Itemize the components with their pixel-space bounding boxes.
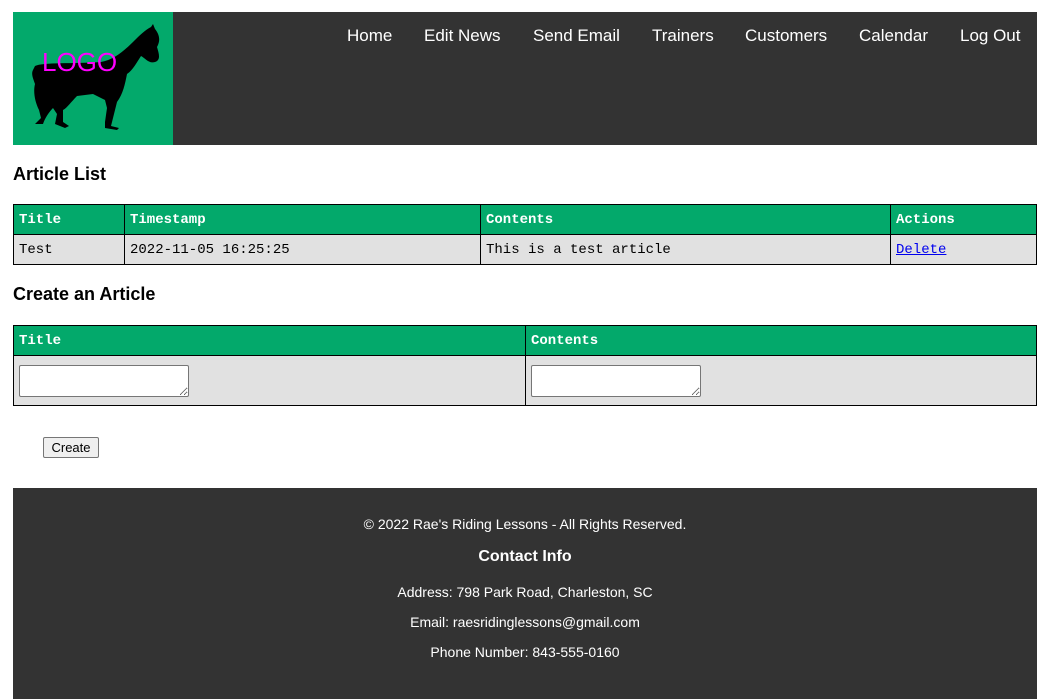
create-article-form: Title Contents bbox=[13, 325, 1037, 406]
address-text: Address: 798 Park Road, Charleston, SC bbox=[397, 584, 653, 600]
horse-icon bbox=[32, 24, 160, 130]
form-input-row bbox=[13, 355, 1037, 406]
nav-home[interactable]: Home bbox=[347, 26, 392, 46]
column-header-title: Title bbox=[13, 204, 125, 235]
cell-contents: This is a test article bbox=[480, 234, 891, 265]
logo-text: LOGO bbox=[42, 47, 118, 77]
table-row: Test 2022-11-05 16:25:25 This is a test … bbox=[13, 234, 1037, 265]
copyright-text: © 2022 Rae's Riding Lessons - All Rights… bbox=[363, 516, 687, 532]
nav-log-out[interactable]: Log Out bbox=[960, 26, 1021, 46]
nav-trainers[interactable]: Trainers bbox=[652, 26, 714, 46]
column-header-timestamp: Timestamp bbox=[124, 204, 481, 235]
nav-calendar[interactable]: Calendar bbox=[859, 26, 928, 46]
form-header-title: Title bbox=[13, 325, 526, 356]
article-table: Title Timestamp Contents Actions Test 20… bbox=[13, 204, 1037, 265]
create-article-heading: Create an Article bbox=[13, 284, 156, 304]
title-textarea[interactable] bbox=[19, 364, 189, 397]
delete-link[interactable]: Delete bbox=[896, 242, 946, 258]
cell-actions: Delete bbox=[890, 234, 1037, 265]
email-text: Email: raesridinglessons@gmail.com bbox=[410, 614, 640, 630]
phone-text: Phone Number: 843-555-0160 bbox=[430, 644, 620, 660]
nav-send-email[interactable]: Send Email bbox=[533, 26, 620, 46]
create-button[interactable]: Create bbox=[43, 437, 99, 458]
logo[interactable]: LOGO bbox=[13, 12, 173, 145]
contact-info-heading: Contact Info bbox=[478, 548, 572, 565]
site-header: LOGO Home Edit News Send Email Trainers … bbox=[13, 12, 1037, 145]
contents-cell bbox=[525, 355, 1037, 406]
title-cell bbox=[13, 355, 526, 406]
site-footer: © 2022 Rae's Riding Lessons - All Rights… bbox=[13, 488, 1037, 699]
nav-edit-news[interactable]: Edit News bbox=[424, 26, 501, 46]
form-header-contents: Contents bbox=[525, 325, 1037, 356]
cell-timestamp: 2022-11-05 16:25:25 bbox=[124, 234, 481, 265]
table-header-row: Title Timestamp Contents Actions bbox=[13, 204, 1037, 235]
column-header-actions: Actions bbox=[890, 204, 1037, 235]
cell-title: Test bbox=[13, 234, 125, 265]
nav-customers[interactable]: Customers bbox=[745, 26, 827, 46]
column-header-contents: Contents bbox=[480, 204, 891, 235]
article-list-heading: Article List bbox=[13, 164, 107, 184]
form-header-row: Title Contents bbox=[13, 325, 1037, 356]
contents-textarea[interactable] bbox=[531, 364, 701, 397]
